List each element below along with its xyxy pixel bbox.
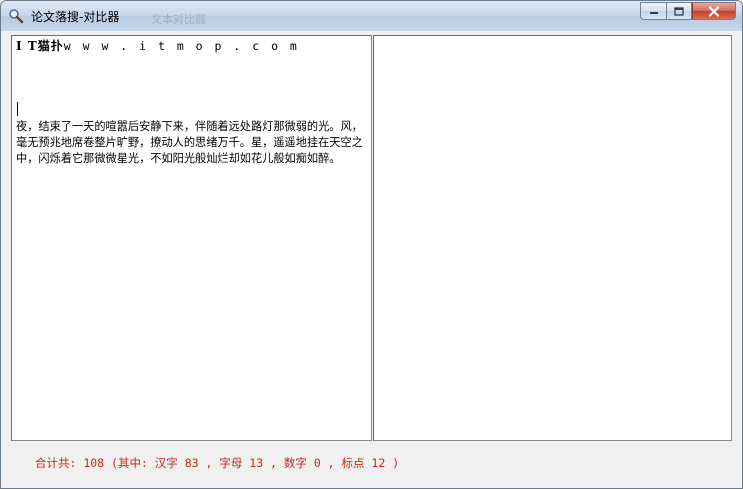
right-editor-content[interactable]: [378, 38, 727, 438]
status-bar: 合计共: 108 (其中: 汉字 83 , 字母 13 , 数字 0 , 标点 …: [1, 442, 742, 488]
right-text-editor[interactable]: [373, 35, 732, 441]
first-line-cn: 猫扑: [37, 39, 64, 53]
window-controls: [640, 2, 736, 21]
window-title-shadow: 文本对比器: [151, 13, 206, 26]
left-editor-content[interactable]: I T猫扑w w w . i t m o p . c o m 夜，结束了一天的喧…: [16, 38, 367, 438]
maximize-button[interactable]: [666, 2, 692, 20]
app-window: 论文落搜-对比器 文本对比器 I T猫扑w w w . i t m o p . …: [0, 0, 743, 489]
close-button[interactable]: [692, 2, 736, 20]
left-paragraph: 夜，结束了一天的喧嚣后安静下来，伴随着远处路灯那微弱的光。风，毫无预兆地席卷整片…: [16, 120, 363, 165]
first-line: I T猫扑w w w . i t m o p . c o m: [16, 38, 367, 54]
close-icon: [708, 5, 720, 17]
left-text-editor[interactable]: I T猫扑w w w . i t m o p . c o m 夜，结束了一天的喧…: [11, 35, 372, 441]
title-bar[interactable]: 论文落搜-对比器 文本对比器: [1, 1, 742, 31]
magnifier-icon: [8, 8, 24, 24]
minimize-icon: [649, 12, 658, 14]
first-line-bold: I T: [16, 39, 38, 53]
character-count-summary: 合计共: 108 (其中: 汉字 83 , 字母 13 , 数字 0 , 标点 …: [35, 456, 400, 470]
text-caret: [17, 102, 18, 116]
window-right-margin: [732, 31, 742, 488]
first-line-url: w w w . i t m o p . c o m: [63, 39, 300, 53]
maximize-icon: [674, 6, 684, 16]
window-title: 论文落搜-对比器: [31, 10, 120, 24]
minimize-button[interactable]: [640, 2, 666, 20]
